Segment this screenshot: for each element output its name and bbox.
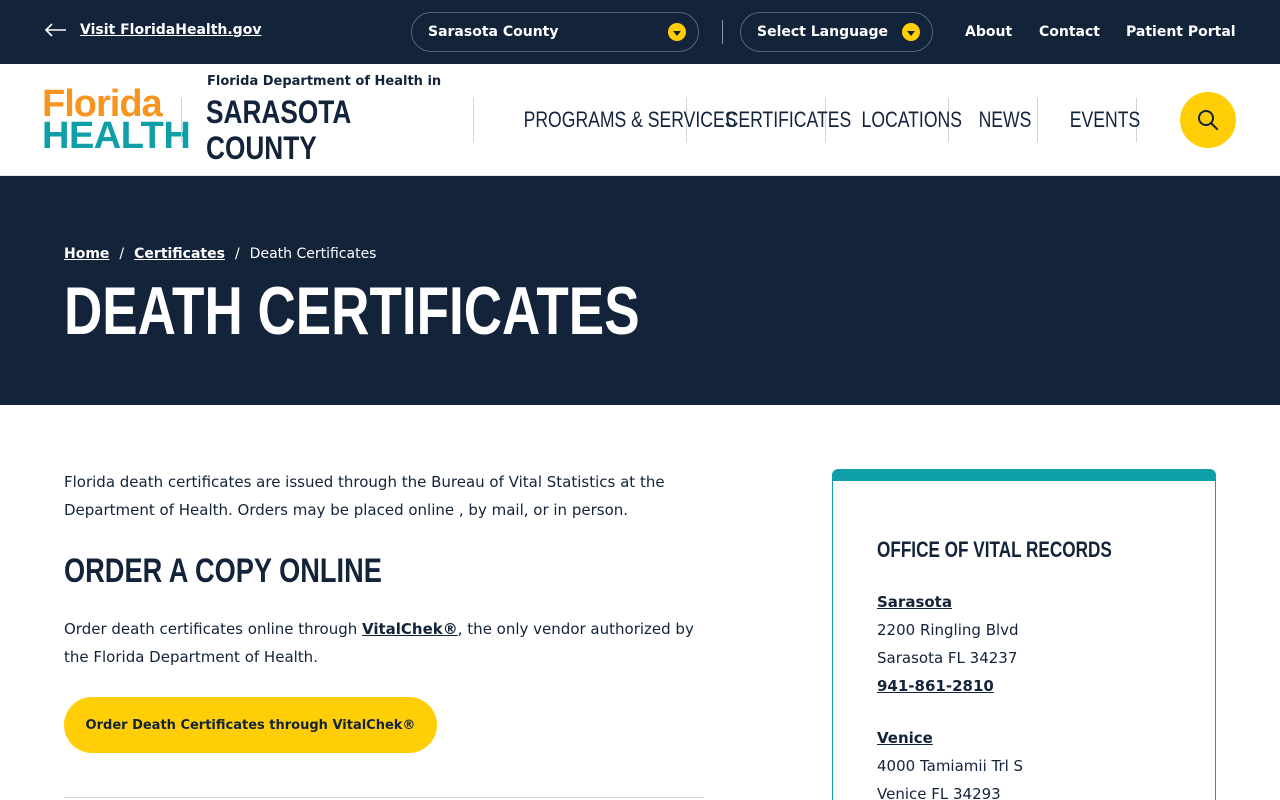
office-phone-link[interactable]: 941-861-2810 <box>877 672 1019 700</box>
patient-portal-link[interactable]: Patient Portal <box>1126 24 1236 40</box>
breadcrumb-certificates[interactable]: Certificates <box>134 246 225 262</box>
search-icon <box>1198 110 1218 130</box>
nav-programs-services[interactable]: PROGRAMS & SERVICES <box>473 98 736 142</box>
office-name-link[interactable]: Sarasota <box>877 588 1019 616</box>
visit-floridahealth-link[interactable]: Visit FloridaHealth.gov <box>44 22 261 38</box>
florida-health-logo[interactable]: Florida HEALTH <box>42 85 191 157</box>
office-city: Sarasota FL 34237 <box>877 649 1018 667</box>
language-select-value: Select Language <box>757 24 889 40</box>
county-select-value: Sarasota County <box>428 24 559 40</box>
page-hero: Home / Certificates / Death Certificates… <box>0 176 1280 405</box>
divider <box>722 20 723 44</box>
county-name[interactable]: SARASOTA COUNTY <box>206 94 351 166</box>
order-online-paragraph: Order death certificates online through … <box>64 615 704 671</box>
site-header: Florida HEALTH Florida Department of Hea… <box>0 64 1280 176</box>
vitalchek-link[interactable]: VitalChek® <box>362 620 458 638</box>
about-link[interactable]: About <box>965 24 1012 40</box>
office-address: 2200 Ringling Blvd <box>877 621 1019 639</box>
county-name-line-2: COUNTY <box>206 130 317 166</box>
breadcrumb: Home / Certificates / Death Certificates <box>64 246 376 262</box>
main-content: Florida death certificates are issued th… <box>64 468 704 753</box>
nav-label: EVENTS <box>1069 107 1141 132</box>
arrow-left-icon <box>44 23 66 37</box>
section-title-order-online: ORDER A COPY ONLINE <box>64 552 382 590</box>
nav-events[interactable]: EVENTS <box>1037 98 1140 142</box>
county-select[interactable]: Sarasota County <box>411 12 699 52</box>
breadcrumb-separator: / <box>234 246 240 262</box>
nav-label: PROGRAMS & SERVICES <box>523 107 737 132</box>
logo-divider <box>181 98 182 142</box>
order-vitalchek-button[interactable]: Order Death Certificates through VitalCh… <box>64 697 437 753</box>
main-nav: PROGRAMS & SERVICES CERTIFICATES LOCATIO… <box>473 98 1140 142</box>
logo-line-2: HEALTH <box>42 115 191 157</box>
visit-label: Visit FloridaHealth.gov <box>80 22 262 38</box>
vital-records-card: OFFICE OF VITAL RECORDS Sarasota 2200 Ri… <box>832 469 1216 800</box>
county-name-line-1: SARASOTA <box>206 94 352 130</box>
chevron-down-icon <box>668 23 686 41</box>
contact-link[interactable]: Contact <box>1039 24 1100 40</box>
search-button[interactable] <box>1180 92 1236 148</box>
department-label: Florida Department of Health in <box>207 74 442 89</box>
nav-label: CERTIFICATES <box>725 107 852 132</box>
breadcrumb-home[interactable]: Home <box>64 246 109 262</box>
breadcrumb-separator: / <box>119 246 125 262</box>
office-address: 4000 Tamiamii Trl S <box>877 757 1024 775</box>
breadcrumb-current: Death Certificates <box>249 246 377 262</box>
office-name-link[interactable]: Venice <box>877 724 1023 752</box>
office-venice: Venice 4000 Tamiamii Trl S Venice FL 342… <box>877 724 1023 800</box>
content-divider <box>64 797 704 798</box>
order-online-text: Order death certificates online through <box>64 620 362 638</box>
office-sarasota: Sarasota 2200 Ringling Blvd Sarasota FL … <box>877 588 1019 700</box>
top-utility-bar: Visit FloridaHealth.gov Sarasota County … <box>0 0 1280 64</box>
page-title: DEATH CERTIFICATES <box>64 273 640 349</box>
office-city: Venice FL 34293 <box>877 785 1001 800</box>
chevron-down-icon <box>902 23 920 41</box>
card-title: OFFICE OF VITAL RECORDS <box>877 537 1112 562</box>
nav-label: LOCATIONS <box>861 107 962 132</box>
language-select[interactable]: Select Language <box>740 12 933 52</box>
intro-paragraph: Florida death certificates are issued th… <box>64 473 665 519</box>
nav-label: NEWS <box>978 107 1032 132</box>
